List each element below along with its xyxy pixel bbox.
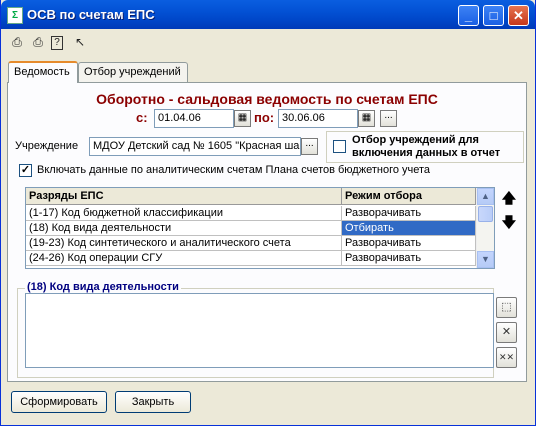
main-window: Σ ОСВ по счетам ЕПС _ □ ✕ ⎙ ⎙ ? ↖ Ведомо…: [0, 0, 536, 426]
grid-cell-mode[interactable]: Отбирать: [342, 221, 476, 236]
print-preview-icon[interactable]: ⎙: [9, 34, 25, 50]
scroll-thumb[interactable]: [478, 206, 493, 222]
detail-list[interactable]: [25, 293, 494, 368]
remove-all-icon[interactable]: ✕✕: [496, 347, 517, 368]
detail-group: (18) Код вида деятельности: [25, 281, 494, 369]
grid-cell-mode[interactable]: Разворачивать: [342, 206, 476, 221]
help-icon[interactable]: ?: [51, 36, 63, 50]
move-up-arrow-icon[interactable]: 🡅: [501, 189, 517, 207]
grid-cell-digits[interactable]: (18) Код вида деятельности: [26, 221, 342, 236]
include-analytics-checkbox[interactable]: ✓: [19, 164, 32, 177]
title-bar[interactable]: Σ ОСВ по счетам ЕПС _ □ ✕: [1, 0, 535, 29]
report-heading: Оборотно - сальдовая ведомость по счетам…: [96, 91, 438, 107]
grid-cell-digits[interactable]: (1-17) Код бюджетной классификации: [26, 206, 342, 221]
grid-cell-digits[interactable]: (24-26) Код операции СГУ: [26, 251, 342, 266]
maximize-button[interactable]: □: [483, 5, 504, 26]
grid-cell-digits[interactable]: (19-23) Код синтетического и аналитическ…: [26, 236, 342, 251]
print-icon[interactable]: ⎙: [30, 34, 46, 50]
add-item-icon[interactable]: ⬚: [496, 297, 517, 318]
move-down-arrow-icon[interactable]: 🡇: [501, 213, 517, 231]
from-date-label: с:: [136, 110, 148, 125]
window-title: ОСВ по счетам ЕПС: [27, 7, 155, 22]
table-row[interactable]: (18) Код вида деятельности Отбирать: [26, 221, 476, 236]
grid-cell-mode[interactable]: Разворачивать: [342, 251, 476, 266]
app-icon: Σ: [7, 7, 23, 24]
table-row[interactable]: (24-26) Код операции СГУ Разворачивать: [26, 251, 476, 266]
context-help-icon[interactable]: ↖: [72, 34, 88, 50]
institution-select-button[interactable]: ...: [301, 138, 318, 155]
calendar-to-icon[interactable]: ▦: [358, 110, 375, 127]
eps-grid: Разряды ЕПС Режим отбора (1-17) Код бюдж…: [25, 187, 495, 269]
close-window-button[interactable]: ✕: [508, 5, 529, 26]
tab-institution-filter[interactable]: Отбор учреждений: [78, 62, 188, 82]
minimize-button[interactable]: _: [458, 5, 479, 26]
to-date-label: по:: [254, 110, 275, 125]
generate-button[interactable]: Сформировать: [11, 391, 107, 413]
institution-filter-checkbox[interactable]: [333, 140, 346, 153]
institution-filter-group: Отбор учреждений для включения данных в …: [326, 131, 524, 163]
institution-filter-label: Отбор учреждений для включения данных в …: [352, 134, 501, 159]
include-analytics-label: Включать данные по аналитическим счетам …: [37, 164, 431, 176]
scroll-up-icon[interactable]: ▲: [477, 188, 494, 205]
institution-field[interactable]: МДОУ Детский сад № 1605 "Красная ша: [89, 137, 301, 156]
scroll-down-icon[interactable]: ▼: [477, 251, 494, 268]
tab-panel: Оборотно - сальдовая ведомость по счетам…: [7, 82, 527, 382]
grid-header-digits[interactable]: Разряды ЕПС: [26, 188, 342, 205]
table-row[interactable]: (1-17) Код бюджетной классификации Разво…: [26, 206, 476, 221]
period-select-button[interactable]: ...: [380, 110, 397, 127]
remove-item-icon[interactable]: ✕: [496, 322, 517, 343]
to-date-field[interactable]: 30.06.06: [278, 109, 358, 128]
detail-title: (18) Код вида деятельности: [25, 281, 181, 293]
table-row[interactable]: (19-23) Код синтетического и аналитическ…: [26, 236, 476, 251]
tab-statement[interactable]: Ведомость: [8, 61, 78, 83]
calendar-from-icon[interactable]: ▦: [234, 110, 251, 127]
grid-scrollbar[interactable]: ▲ ▼: [476, 188, 494, 268]
grid-cell-mode[interactable]: Разворачивать: [342, 236, 476, 251]
from-date-field[interactable]: 01.04.06: [154, 109, 234, 128]
grid-header-mode[interactable]: Режим отбора: [342, 188, 476, 205]
close-button[interactable]: Закрыть: [115, 391, 191, 413]
institution-label: Учреждение: [15, 140, 79, 152]
